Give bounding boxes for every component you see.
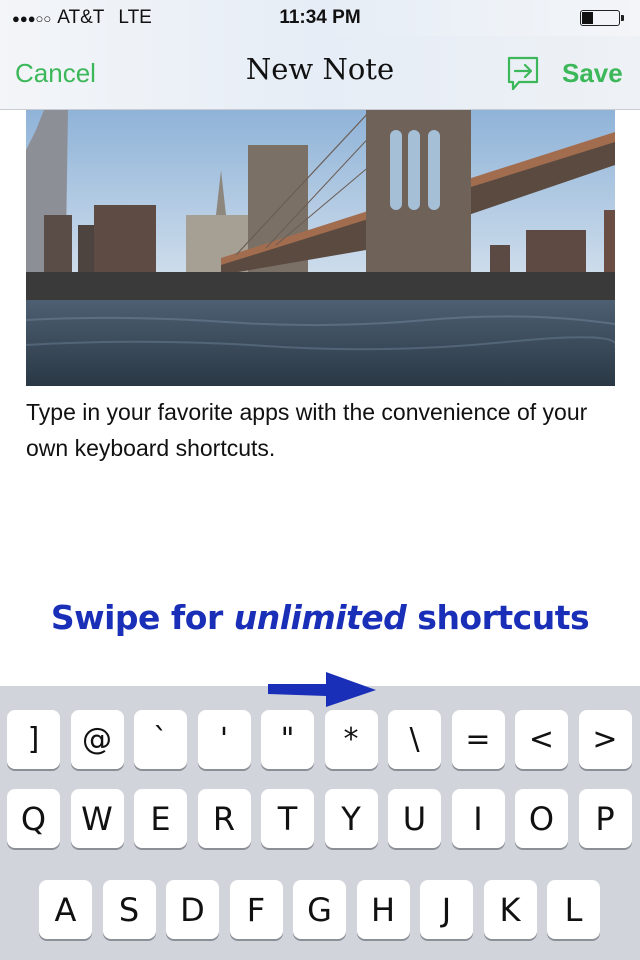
key-symbol-5[interactable]: * — [324, 710, 378, 769]
bridge-photo — [26, 110, 615, 386]
keyboard: ] @ ` ' " * \ = < > QWERTYUIOP ASDFGHJKL — [0, 686, 640, 960]
key-letter-5[interactable]: Y — [324, 789, 378, 848]
battery-level — [582, 12, 593, 24]
key-symbol-3[interactable]: ' — [197, 710, 251, 769]
key-symbol-0[interactable]: ] — [7, 710, 60, 769]
key-letter-4[interactable]: T — [261, 789, 314, 848]
key-symbol-1[interactable]: @ — [70, 710, 124, 769]
key-letter-7[interactable]: I — [451, 789, 505, 848]
key-letter-8[interactable]: L — [547, 880, 600, 939]
key-letter-1[interactable]: W — [70, 789, 124, 848]
key-letter-6[interactable]: U — [388, 789, 441, 848]
key-letter-8[interactable]: O — [515, 789, 568, 848]
battery-icon — [580, 10, 624, 26]
key-symbol-8[interactable]: < — [515, 710, 568, 769]
key-letter-9[interactable]: P — [578, 789, 632, 848]
key-letter-1[interactable]: S — [102, 880, 156, 939]
note-image — [26, 110, 615, 386]
key-letter-2[interactable]: D — [166, 880, 219, 939]
key-letter-6[interactable]: J — [420, 880, 473, 939]
key-symbol-9[interactable]: > — [578, 710, 632, 769]
save-button[interactable]: Save — [562, 58, 623, 89]
key-letter-4[interactable]: G — [293, 880, 346, 939]
promo-prefix: Swipe for — [50, 598, 234, 637]
key-symbol-6[interactable]: \ — [388, 710, 441, 769]
status-time: 11:34 PM — [279, 7, 361, 28]
key-symbol-7[interactable]: = — [451, 710, 505, 769]
key-letter-5[interactable]: H — [356, 880, 410, 939]
promo-emphasis: unlimited — [233, 598, 407, 637]
page-title: New Note — [245, 52, 395, 86]
share-arrow-bubble-icon[interactable] — [505, 54, 541, 94]
key-letter-2[interactable]: E — [134, 789, 187, 848]
note-body-text[interactable]: Type in your favorite apps with the conv… — [26, 394, 626, 466]
promo-suffix: shortcuts — [406, 598, 590, 637]
key-letter-7[interactable]: K — [483, 880, 537, 939]
status-bar: ●●●○○ AT&T LTE 11:34 PM — [0, 0, 640, 36]
key-letter-0[interactable]: Q — [7, 789, 60, 848]
key-letter-0[interactable]: A — [39, 880, 92, 939]
key-letter-3[interactable]: F — [229, 880, 283, 939]
swipe-promo-banner: Swipe for unlimited shortcuts — [0, 598, 640, 637]
right-arrow-icon — [268, 672, 376, 707]
navigation-bar: Cancel New Note Save — [0, 36, 640, 110]
key-symbol-4[interactable]: " — [261, 710, 314, 769]
key-symbol-2[interactable]: ` — [134, 710, 187, 769]
key-letter-3[interactable]: R — [197, 789, 251, 848]
